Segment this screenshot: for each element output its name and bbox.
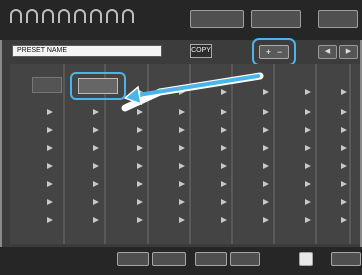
grid-node-icon bbox=[179, 199, 185, 205]
grid-node-icon bbox=[221, 199, 227, 205]
grid-node-icon bbox=[221, 181, 227, 187]
copy-button[interactable]: COPY bbox=[190, 44, 212, 58]
grid-node-icon bbox=[263, 109, 269, 115]
top-button-1[interactable] bbox=[190, 10, 244, 28]
grid-node-icon bbox=[137, 145, 143, 151]
grid-node-icon bbox=[305, 145, 311, 151]
grid-node-icon bbox=[221, 145, 227, 151]
grid-node-icon bbox=[93, 163, 99, 169]
grid-node-icon bbox=[93, 199, 99, 205]
grid-node-icon bbox=[137, 127, 143, 133]
cable-icon bbox=[42, 9, 54, 23]
grid-node-icon bbox=[305, 199, 311, 205]
grid-node-icon bbox=[47, 109, 53, 115]
cable-icon bbox=[90, 9, 102, 23]
grid-node-icon bbox=[263, 127, 269, 133]
cable-icon bbox=[58, 9, 70, 23]
bottom-button-1[interactable] bbox=[117, 252, 149, 266]
grid-node-icon bbox=[47, 127, 53, 133]
grid-node-icon bbox=[137, 217, 143, 223]
row-label bbox=[32, 77, 62, 93]
grid-node-icon bbox=[305, 163, 311, 169]
bottom-button-5[interactable] bbox=[299, 252, 313, 266]
grid-node-icon bbox=[263, 217, 269, 223]
plus-button[interactable]: + bbox=[266, 46, 271, 58]
minus-button[interactable]: − bbox=[277, 46, 282, 58]
grid-node-icon bbox=[305, 217, 311, 223]
grid-node-icon bbox=[341, 89, 347, 95]
grid-node-icon bbox=[221, 89, 227, 95]
grid-node-icon bbox=[137, 109, 143, 115]
grid-node-icon bbox=[47, 145, 53, 151]
grid-node-icon bbox=[179, 127, 185, 133]
grid-lines bbox=[47, 64, 351, 244]
grid-node-icon bbox=[305, 109, 311, 115]
grid-node-icon bbox=[263, 145, 269, 151]
cable-row bbox=[10, 9, 134, 23]
grid-node-icon bbox=[341, 109, 347, 115]
grid-node-icon bbox=[137, 199, 143, 205]
grid-node-icon bbox=[93, 109, 99, 115]
bottom-button-6[interactable] bbox=[331, 252, 361, 266]
grid-node-icon bbox=[305, 89, 311, 95]
grid-node-icon bbox=[47, 181, 53, 187]
preset-name-field[interactable]: PRESET NAME bbox=[12, 45, 162, 57]
grid-node-icon bbox=[179, 163, 185, 169]
grid-node-icon bbox=[341, 181, 347, 187]
grid-node-icon bbox=[341, 199, 347, 205]
routing-grid bbox=[10, 64, 360, 244]
grid-node-icon bbox=[341, 145, 347, 151]
grid-node-icon bbox=[263, 181, 269, 187]
device-screen: PRESET NAME COPY + − ◀ ▶ bbox=[0, 0, 362, 275]
cable-icon bbox=[122, 9, 134, 23]
plus-minus-control[interactable]: + − bbox=[259, 45, 289, 59]
grid-node-icon bbox=[221, 163, 227, 169]
grid-node-icon bbox=[305, 127, 311, 133]
top-strip bbox=[0, 0, 362, 40]
cable-icon bbox=[74, 9, 86, 23]
grid-node-icon bbox=[137, 181, 143, 187]
grid-node-icon bbox=[93, 127, 99, 133]
grid-node-icon bbox=[179, 217, 185, 223]
bottom-button-3[interactable] bbox=[195, 252, 227, 266]
cable-icon bbox=[26, 9, 38, 23]
bottom-button-2[interactable] bbox=[152, 252, 186, 266]
grid-node-icon bbox=[263, 89, 269, 95]
grid-node-icon bbox=[137, 163, 143, 169]
arrow-line bbox=[136, 74, 260, 97]
grid-node-icon bbox=[179, 181, 185, 187]
grid-node-icon bbox=[93, 181, 99, 187]
grid-node-icon bbox=[47, 199, 53, 205]
grid-node-icon bbox=[221, 109, 227, 115]
top-button-3[interactable] bbox=[318, 10, 358, 28]
bottom-button-4[interactable] bbox=[230, 252, 260, 266]
plus-minus-highlight: + − bbox=[252, 38, 296, 66]
cable-icon bbox=[106, 9, 118, 23]
cable-icon bbox=[10, 9, 22, 23]
nav-left-button[interactable]: ◀ bbox=[318, 45, 337, 59]
grid-node-icon bbox=[93, 145, 99, 151]
grid-node-icon bbox=[47, 217, 53, 223]
selected-cell[interactable] bbox=[78, 78, 118, 94]
nav-right-button[interactable]: ▶ bbox=[339, 45, 358, 59]
grid-node-icon bbox=[341, 217, 347, 223]
top-button-2[interactable] bbox=[251, 10, 301, 28]
grid-node-icon bbox=[93, 217, 99, 223]
grid-node-icon bbox=[263, 199, 269, 205]
grid-node-icon bbox=[47, 163, 53, 169]
arrow-head-icon bbox=[123, 85, 142, 106]
grid-node-icon bbox=[221, 217, 227, 223]
grid-node-icon bbox=[341, 127, 347, 133]
grid-node-icon bbox=[179, 145, 185, 151]
grid-node-icon bbox=[305, 181, 311, 187]
nav-buttons: ◀ ▶ bbox=[318, 45, 358, 59]
selected-cell-highlight bbox=[70, 72, 126, 100]
grid-node-icon bbox=[341, 163, 347, 169]
grid-node-icon bbox=[263, 163, 269, 169]
grid-node-icon bbox=[179, 109, 185, 115]
grid-node-icon bbox=[221, 127, 227, 133]
